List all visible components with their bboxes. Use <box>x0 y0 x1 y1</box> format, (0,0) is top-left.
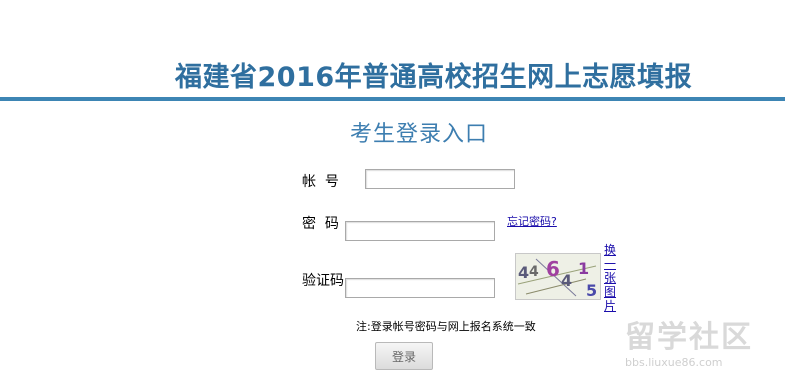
captcha-image: 4 4 6 4 1 5 <box>515 253 601 300</box>
page-title: 福建省2016年普通高校招生网上志愿填报 <box>175 62 693 93</box>
watermark-logo: 留学社区 bbs.liuxue86.com <box>625 312 783 370</box>
header-divider <box>0 97 785 101</box>
svg-text:4: 4 <box>529 264 539 280</box>
watermark-url: bbs.liuxue86.com <box>625 356 723 369</box>
svg-text:1: 1 <box>578 259 589 278</box>
watermark-text: 留学社区 <box>625 320 753 355</box>
account-label: 帐 号 <box>302 174 339 190</box>
password-input[interactable] <box>345 221 495 241</box>
svg-text:4: 4 <box>518 263 529 282</box>
login-note: 注:登录帐号密码与网上报名系统一致 <box>356 320 536 333</box>
svg-text:4: 4 <box>561 271 572 290</box>
svg-text:5: 5 <box>586 281 597 299</box>
login-title: 考生登录入口 <box>350 122 489 147</box>
captcha-label: 验证码 <box>302 273 344 289</box>
forgot-password-link[interactable]: 忘记密码? <box>507 213 557 229</box>
account-input[interactable] <box>365 169 515 189</box>
refresh-captcha-link[interactable]: 换一张图片 <box>604 243 618 313</box>
login-button[interactable]: 登录 <box>375 342 433 370</box>
password-label: 密 码 <box>302 216 339 232</box>
captcha-input[interactable] <box>345 278 495 298</box>
svg-text:6: 6 <box>546 257 560 281</box>
